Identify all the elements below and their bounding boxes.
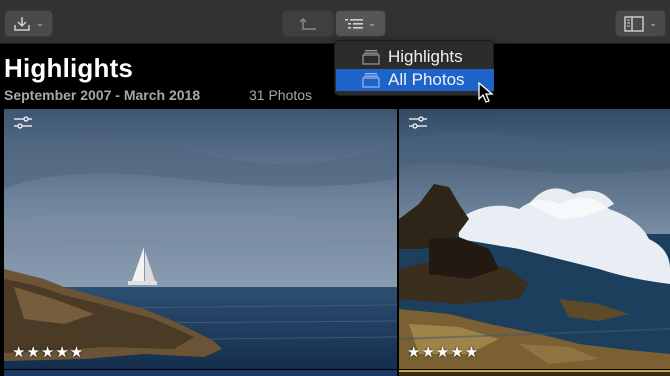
star-rating[interactable]: ★★★★★ bbox=[407, 343, 479, 361]
photo-count: 31 Photos bbox=[249, 87, 313, 103]
chevron-down-icon: ⌄ bbox=[36, 18, 44, 28]
back-arrow-icon bbox=[299, 17, 316, 30]
waves-photo bbox=[399, 109, 670, 369]
photo-thumbnail[interactable]: ★★★★★ bbox=[399, 109, 670, 369]
mouse-cursor-icon bbox=[478, 82, 494, 103]
star-rating[interactable]: ★★★★★ bbox=[12, 343, 84, 361]
photo-thumbnail-partial[interactable] bbox=[4, 370, 397, 376]
adjustments-icon[interactable] bbox=[408, 116, 428, 130]
chevron-down-icon: ⌄ bbox=[368, 18, 376, 28]
list-filter-icon bbox=[345, 18, 364, 29]
menu-item-label: Highlights bbox=[388, 47, 463, 66]
photo-thumbnail[interactable]: ★★★★★ bbox=[4, 109, 397, 369]
download-tray-icon bbox=[14, 16, 30, 31]
sidebar-toggle-button[interactable]: ⌄ bbox=[615, 10, 666, 37]
menu-item-label: All Photos bbox=[388, 70, 465, 89]
view-options-button[interactable]: ⌄ bbox=[335, 10, 386, 37]
stack-icon bbox=[362, 50, 380, 65]
page-title: Highlights bbox=[4, 53, 134, 83]
back-button[interactable] bbox=[282, 10, 334, 37]
sidebar-panel-icon bbox=[624, 15, 644, 32]
chevron-down-icon: ⌄ bbox=[649, 18, 657, 28]
toolbar: ⌄ ⌄ ⌄ bbox=[0, 0, 670, 44]
date-range: September 2007 - March 2018 bbox=[4, 87, 201, 103]
photo-thumbnail-partial[interactable] bbox=[399, 370, 670, 376]
menu-item-highlights[interactable]: Highlights bbox=[336, 46, 494, 68]
sailboat-photo bbox=[4, 109, 397, 369]
view-dropdown-menu: Highlights All Photos bbox=[334, 40, 494, 96]
menu-item-all-photos[interactable]: All Photos bbox=[336, 69, 494, 91]
adjustments-icon[interactable] bbox=[13, 116, 33, 130]
import-button[interactable]: ⌄ bbox=[4, 10, 53, 37]
stack-icon bbox=[362, 73, 380, 88]
